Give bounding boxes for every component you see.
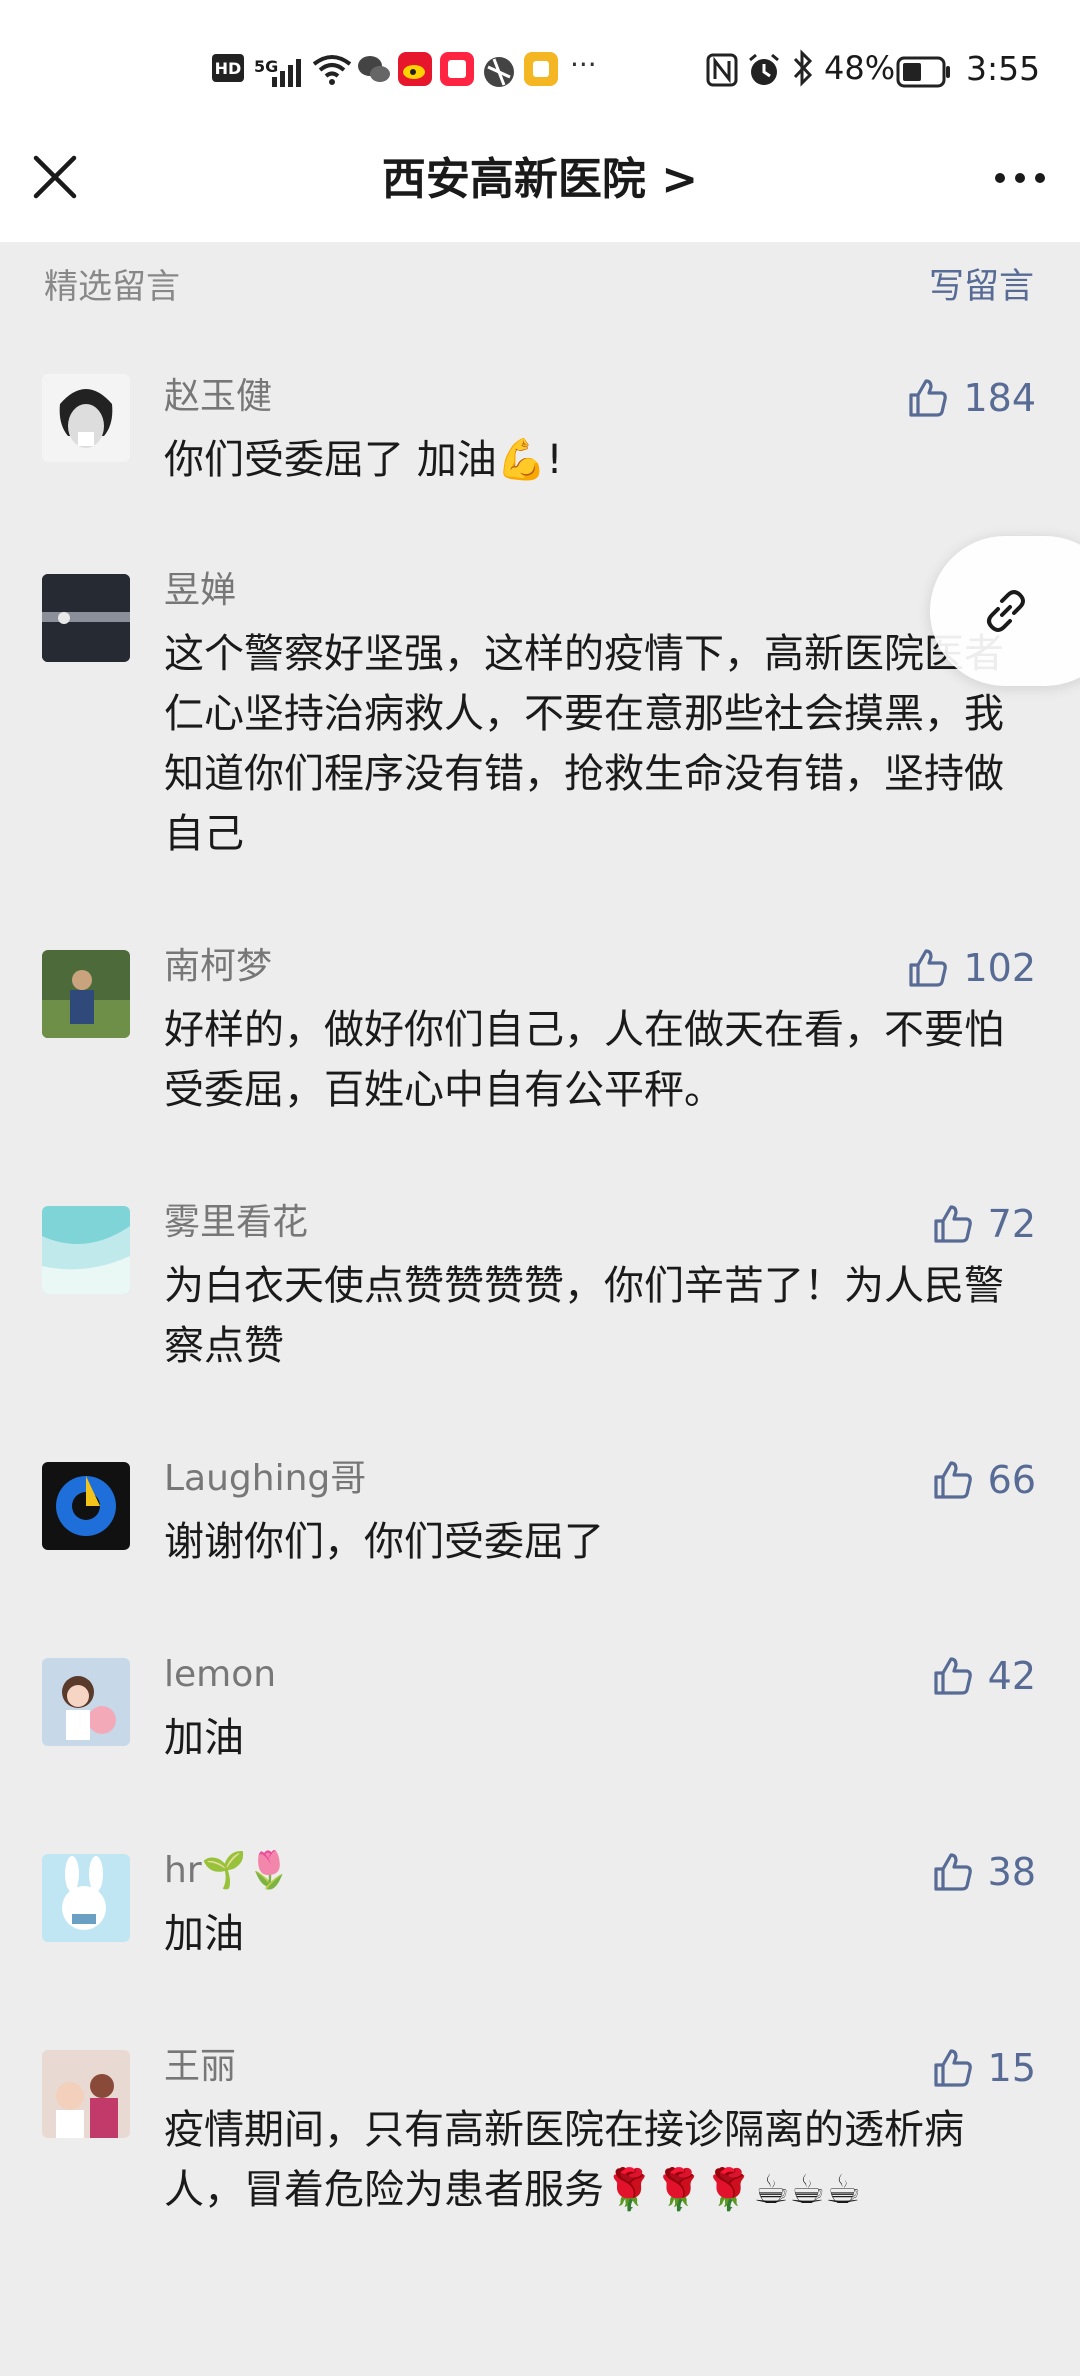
- thumbs-up-icon: [934, 2049, 972, 2087]
- comment-nickname: 赵玉健: [164, 376, 273, 417]
- comment-text: 谢谢你们，你们受委屈了: [164, 1519, 604, 1565]
- like-count: 72: [987, 1202, 1036, 1246]
- avatar[interactable]: [42, 1658, 130, 1746]
- avatar[interactable]: [42, 1206, 130, 1294]
- avatar[interactable]: [42, 1462, 130, 1550]
- bottom-edge: [0, 2320, 1080, 2376]
- link-icon: [987, 590, 1025, 632]
- browser-icon: [482, 52, 516, 92]
- comment-text: 加油: [164, 1715, 244, 1761]
- like-button[interactable]: 42: [932, 1650, 1036, 1702]
- comment-text: 加油: [164, 1911, 244, 1957]
- like-count: 38: [987, 1850, 1036, 1894]
- page-title[interactable]: 西安高新医院 >: [0, 150, 1080, 210]
- notes-app-icon: [524, 52, 558, 86]
- thumbs-up-icon: [934, 1461, 972, 1499]
- comment-nickname: 雾里看花: [164, 1202, 309, 1243]
- avatar[interactable]: [42, 950, 130, 1038]
- hd-icon: HD: [212, 54, 244, 82]
- avatar[interactable]: [42, 2050, 130, 2138]
- like-button[interactable]: 38: [932, 1846, 1036, 1898]
- like-count: 102: [963, 946, 1036, 990]
- thumbs-up-icon: [909, 949, 948, 987]
- alarm-icon: [746, 50, 782, 90]
- avatar[interactable]: [42, 574, 130, 662]
- thumbs-up-icon: [909, 379, 948, 417]
- comment-text: 好样的，做好你们自己，人在做天在看，不要怕受委屈，百姓心中自有公平秤。: [164, 1007, 1004, 1113]
- wechat-icon: [356, 50, 392, 90]
- comment-text: 疫情期间，只有高新医院在接诊隔离的透析病人，冒着危险为患者服务🌹🌹🌹☕☕☕: [164, 2107, 964, 2213]
- like-count: 66: [987, 1458, 1036, 1502]
- copy-link-floating-button[interactable]: [930, 536, 1080, 686]
- avatar[interactable]: [42, 374, 130, 462]
- thumbs-up-icon: [934, 1853, 972, 1891]
- nfc-icon: [706, 50, 738, 90]
- like-button[interactable]: 66: [932, 1454, 1036, 1506]
- comment-text: 为白衣天使点赞赞赞赞，你们辛苦了！为人民警察点赞: [164, 1263, 1004, 1369]
- thumbs-up-icon: [934, 1205, 972, 1243]
- comment-text: 你们受委屈了 加油💪!: [164, 437, 563, 483]
- signal-icon: [272, 52, 306, 92]
- comment-nickname: 南柯梦: [164, 946, 273, 987]
- like-count: 42: [987, 1654, 1036, 1698]
- avatar[interactable]: [42, 1854, 130, 1942]
- comment-text: 这个警察好坚强，这样的疫情下，高新医院医者仁心坚持治病救人，不要在意那些社会摸黑…: [164, 631, 1004, 857]
- like-button[interactable]: 15: [932, 2042, 1036, 2094]
- like-count: 15: [987, 2046, 1036, 2090]
- more-notifications-indicator: ···: [570, 47, 597, 81]
- like-button[interactable]: 184: [907, 372, 1036, 424]
- thumbs-up-icon: [934, 1657, 972, 1695]
- comment-nickname: 昱婵: [164, 570, 237, 611]
- xiaohongshu-icon: [440, 52, 474, 86]
- like-count: 184: [963, 376, 1036, 420]
- comment-nickname: Laughing哥: [164, 1458, 367, 1499]
- clock: 3:55: [966, 48, 1041, 88]
- more-options-button[interactable]: [990, 160, 1050, 200]
- section-title: 精选留言: [44, 267, 180, 307]
- weibo-icon: [398, 52, 432, 86]
- wifi-icon: [312, 50, 352, 90]
- battery-icon: [896, 52, 952, 92]
- write-comment-link[interactable]: 写留言: [929, 262, 1034, 312]
- like-button[interactable]: 72: [932, 1198, 1036, 1250]
- comment-nickname: 王丽: [164, 2046, 237, 2087]
- comment-nickname: hr🌱🌷: [164, 1850, 292, 1891]
- more-dots-icon: [995, 173, 1045, 183]
- featured-comments-header: 精选留言 写留言: [0, 262, 1080, 312]
- status-bar: HD 5G ··· 48% 3:55: [0, 0, 1080, 140]
- bluetooth-icon: [792, 48, 814, 88]
- like-button[interactable]: 102: [907, 942, 1036, 994]
- battery-percentage: 48%: [824, 49, 896, 87]
- comment-nickname: lemon: [164, 1654, 277, 1695]
